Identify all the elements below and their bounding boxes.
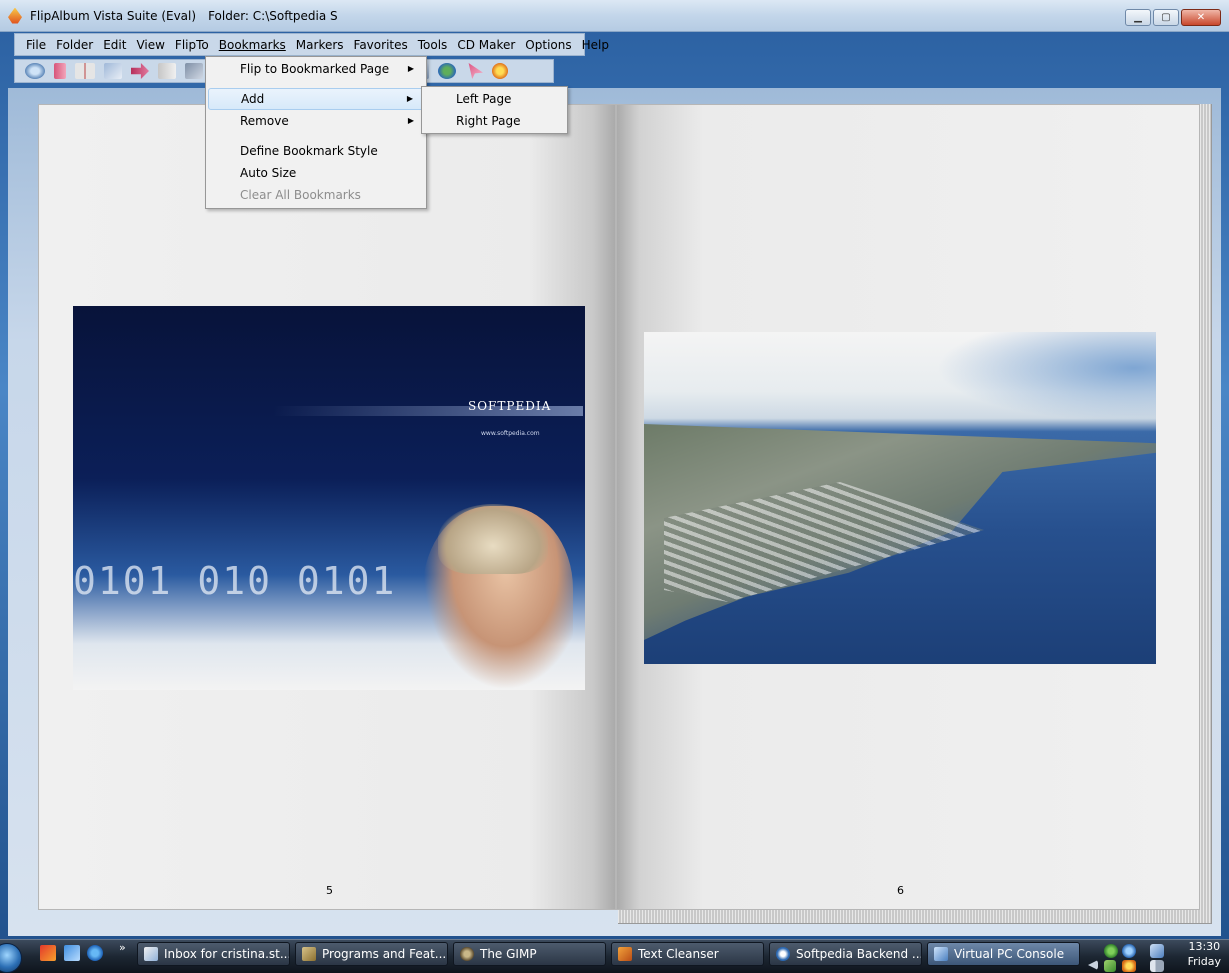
task-label: Programs and Feat... xyxy=(322,947,447,961)
app-tray-icon[interactable] xyxy=(1122,960,1136,972)
help-icon[interactable] xyxy=(492,63,508,79)
single-page-icon[interactable] xyxy=(54,63,66,79)
menu-favorites[interactable]: Favorites xyxy=(349,38,413,52)
pointer-icon[interactable] xyxy=(468,63,483,79)
menu-markers[interactable]: Markers xyxy=(291,38,349,52)
virtual-pc-icon xyxy=(934,947,948,961)
open-book-icon[interactable] xyxy=(75,63,95,79)
task-label: Text Cleanser xyxy=(638,947,719,961)
left-page-number: 5 xyxy=(326,884,333,897)
add-bookmark-submenu: Left Page Right Page xyxy=(421,86,568,134)
quicklaunch-more-icon[interactable]: » xyxy=(119,941,126,954)
menu-view[interactable]: View xyxy=(131,38,169,52)
menu-file[interactable]: File xyxy=(21,38,51,52)
sky-glow xyxy=(936,332,1156,422)
image-icon[interactable] xyxy=(185,63,203,79)
menu-item-label: Add xyxy=(241,92,265,106)
maximize-button[interactable]: ▢ xyxy=(1153,9,1179,26)
window-controls: ▁ ▢ ✕ xyxy=(1125,9,1221,26)
menu-bar: File Folder Edit View FlipTo Bookmarks M… xyxy=(14,33,609,56)
window-title: FlipAlbum Vista Suite (Eval) Folder: C:\S… xyxy=(30,9,338,23)
bookmarks-dropdown-menu: Flip to Bookmarked Page ▶ Add ▶ Remove ▶… xyxy=(205,56,427,209)
title-bar: FlipAlbum Vista Suite (Eval) Folder: C:\S… xyxy=(0,0,1229,32)
softpedia-wallpaper-photo[interactable]: SOFTPEDIA www.softpedia.com 0101 010 010… xyxy=(73,306,585,690)
woman-hair xyxy=(438,504,548,574)
text-cleanser-icon xyxy=(618,947,632,961)
menu-flipto[interactable]: FlipTo xyxy=(170,38,214,52)
menu-item-flip-to-bookmarked-page[interactable]: Flip to Bookmarked Page ▶ xyxy=(208,58,424,80)
menu-bookmarks[interactable]: Bookmarks xyxy=(214,38,291,52)
binary-digits-decoration: 0101 010 0101 xyxy=(73,559,397,603)
task-label: Softpedia Backend ... xyxy=(796,947,922,961)
folder-path: Folder: C:\Softpedia S xyxy=(208,8,338,23)
network-tray-icon[interactable] xyxy=(1104,944,1118,958)
minimize-button[interactable]: ▁ xyxy=(1125,9,1151,26)
submenu-right-page[interactable]: Right Page xyxy=(424,110,565,132)
submenu-left-page[interactable]: Left Page xyxy=(424,88,565,110)
pages-icon[interactable] xyxy=(158,63,176,79)
menu-edit[interactable]: Edit xyxy=(98,38,131,52)
browser-icon xyxy=(776,947,790,961)
app-title: FlipAlbum Vista Suite (Eval) xyxy=(30,8,197,23)
page-layout-icon[interactable] xyxy=(104,63,122,79)
softpedia-brand-text: SOFTPEDIA xyxy=(468,399,552,413)
notepad-icon[interactable] xyxy=(64,945,80,961)
filezilla-icon[interactable] xyxy=(40,945,56,961)
globe-icon[interactable] xyxy=(438,63,456,79)
system-clock[interactable]: 13:30 Friday xyxy=(1188,939,1221,969)
gimp-icon xyxy=(460,947,474,961)
task-programs-and-features[interactable]: Programs and Feat... xyxy=(295,942,448,966)
menu-help[interactable]: Help xyxy=(577,38,614,52)
flipalbum-app-icon xyxy=(8,7,22,24)
volume-tray-icon[interactable] xyxy=(1150,960,1164,972)
monitor-tray-icon[interactable] xyxy=(1150,944,1164,958)
menu-cd-maker[interactable]: CD Maker xyxy=(452,38,520,52)
submenu-arrow-icon: ▶ xyxy=(407,116,414,125)
softpedia-url-text: www.softpedia.com xyxy=(481,430,540,437)
coastal-town-photo[interactable] xyxy=(644,332,1156,664)
mail-icon xyxy=(144,947,158,961)
eye-view-icon[interactable] xyxy=(25,63,45,79)
submenu-arrow-icon: ▶ xyxy=(406,94,413,103)
task-virtual-pc-console[interactable]: Virtual PC Console xyxy=(927,942,1080,966)
menu-item-label: Remove xyxy=(240,114,289,128)
menu-item-remove[interactable]: Remove ▶ xyxy=(208,110,424,132)
globe-tray-icon[interactable] xyxy=(1122,944,1136,958)
menu-item-auto-size[interactable]: Auto Size xyxy=(208,162,424,184)
close-button[interactable]: ✕ xyxy=(1181,9,1221,26)
task-softpedia-backend[interactable]: Softpedia Backend ... xyxy=(769,942,922,966)
task-label: Virtual PC Console xyxy=(954,947,1065,961)
menu-tools[interactable]: Tools xyxy=(413,38,453,52)
clock-day: Friday xyxy=(1187,955,1221,968)
security-tray-icon[interactable] xyxy=(1104,960,1116,972)
task-text-cleanser[interactable]: Text Cleanser xyxy=(611,942,764,966)
control-panel-icon xyxy=(302,947,316,961)
task-gimp[interactable]: The GIMP xyxy=(453,942,606,966)
internet-explorer-icon[interactable] xyxy=(87,945,103,961)
submenu-arrow-icon: ▶ xyxy=(407,64,414,73)
right-page-number: 6 xyxy=(897,884,904,897)
task-label: Inbox for cristina.st... xyxy=(164,947,290,961)
task-label: The GIMP xyxy=(480,947,537,961)
menu-options[interactable]: Options xyxy=(520,38,576,52)
menu-folder[interactable]: Folder xyxy=(51,38,98,52)
menu-item-label: Flip to Bookmarked Page xyxy=(240,62,390,76)
task-inbox[interactable]: Inbox for cristina.st... xyxy=(137,942,290,966)
menu-item-add[interactable]: Add ▶ xyxy=(208,88,424,110)
menu-item-clear-all-bookmarks: Clear All Bookmarks xyxy=(240,188,361,202)
clock-time: 13:30 xyxy=(1188,940,1221,953)
arrow-right-icon[interactable] xyxy=(131,63,149,79)
menu-item-define-bookmark-style[interactable]: Define Bookmark Style xyxy=(208,140,424,162)
